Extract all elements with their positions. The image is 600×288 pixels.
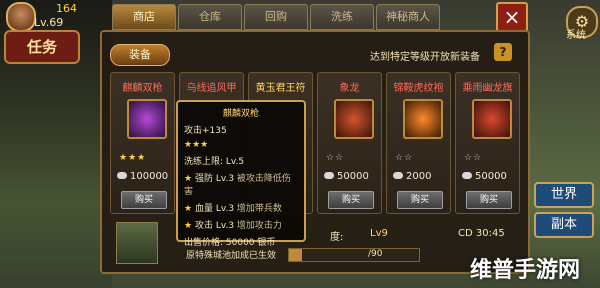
fortress-icon[interactable] [116, 222, 158, 264]
item-stars: ☆☆ [464, 153, 483, 163]
progress-text: /90 [368, 249, 383, 259]
item-name: 乌线追风甲 [186, 83, 237, 94]
silver-icon [324, 172, 334, 179]
spear-icon[interactable] [127, 99, 167, 139]
silver-icon [117, 172, 127, 179]
tab-shop[interactable]: 商店 [112, 4, 176, 30]
item-name: 黄玉君王符 [255, 83, 306, 94]
progress-bar [288, 248, 420, 262]
shop-tabs: 商店 仓库 回购 洗练 神秘商人 [112, 4, 532, 32]
player-avatar[interactable] [6, 2, 36, 32]
tab-refine[interactable]: 洗练 [310, 4, 374, 30]
cooldown-timer: CD 30:45 [458, 228, 505, 239]
buy-button[interactable]: 购买 [328, 191, 374, 209]
effect-text: 原特殊城池加成已生效 [186, 251, 277, 261]
buy-button[interactable]: 购买 [397, 191, 443, 209]
equipment-notice: 达到特定等级开放新装备 [370, 52, 480, 63]
tab-buyback[interactable]: 回购 [244, 4, 308, 30]
close-button[interactable]: × [496, 2, 528, 32]
help-button[interactable]: ? [494, 43, 512, 61]
item-tooltip: 麒麟双枪 攻击+135 ★★★ 洗练上限: Lv.5 ★ 强防 Lv.3 被攻击… [176, 100, 306, 248]
star-icon: ★ [184, 174, 193, 184]
buy-button[interactable]: 购买 [466, 191, 512, 209]
dungeon-button[interactable]: 副本 [534, 212, 594, 238]
flag-icon[interactable] [472, 99, 512, 139]
star-icon: ★ [184, 204, 193, 214]
tooltip-stars: ★★★ [184, 140, 209, 150]
tab-mystery-merchant[interactable]: 神秘商人 [376, 4, 440, 30]
system-label: 系统 [566, 30, 586, 41]
item-price: 50000 [324, 171, 369, 182]
equipment-card[interactable]: 象龙 ☆☆ 50000 购买 [317, 72, 382, 214]
item-name: 乘雨幽龙旗 [462, 83, 513, 94]
equipment-card[interactable]: 乘雨幽龙旗 ☆☆ 50000 购买 [455, 72, 520, 214]
item-name: 锦鞍虎纹袍 [393, 83, 444, 94]
watermark: 维普手游网 [470, 258, 581, 283]
item-stars: ★★★ [119, 153, 147, 163]
item-name: 麒麟双枪 [122, 83, 163, 94]
equipment-card[interactable]: 锦鞍虎纹袍 ☆☆ 2000 购买 [386, 72, 451, 214]
buy-button[interactable]: 购买 [121, 191, 167, 209]
tooltip-stat-line: ★ 血量 Lv.3 增加带兵数 [184, 204, 282, 214]
tab-warehouse[interactable]: 仓库 [178, 4, 242, 30]
item-price: 100000 [117, 171, 168, 182]
level-value: Lv9 [370, 228, 388, 239]
world-button[interactable]: 世界 [534, 182, 594, 208]
tooltip-wash-limit: 洗练上限: Lv.5 [184, 157, 245, 167]
silver-icon [462, 172, 472, 179]
tooltip-title: 麒麟双枪 [222, 109, 259, 119]
item-price: 2000 [393, 171, 431, 182]
robe-icon[interactable] [403, 99, 443, 139]
item-price: 50000 [462, 171, 507, 182]
level-label: 度: [330, 232, 344, 243]
silver-icon [393, 172, 403, 179]
tooltip-stat-line: ★ 强防 Lv.3 被攻击降低伤害 [184, 174, 291, 197]
item-stars: ☆☆ [326, 153, 345, 163]
equipment-cards: 麒麟双枪 ★★★ 100000 购买 乌线追风甲 黄玉君王符 象龙 ☆☆ 500… [110, 72, 520, 214]
bottom-status: 度: Lv9 CD 30:45 原特殊城池加成已生效 /90 [110, 222, 520, 266]
hp-value: 164 [56, 2, 77, 15]
tooltip-attack: 攻击+135 [184, 126, 227, 136]
item-stars: ☆☆ [395, 153, 414, 163]
item-name: 象龙 [339, 83, 360, 94]
equipment-tab[interactable]: 装备 [110, 44, 170, 66]
task-button[interactable]: 任务 [4, 30, 80, 64]
left-hud: 164 Lv.69 任务 [0, 0, 112, 288]
player-level: Lv.69 [34, 16, 64, 29]
equipment-card[interactable]: 麒麟双枪 ★★★ 100000 购买 [110, 72, 175, 214]
progress-fill [289, 249, 302, 261]
dragon-mount-icon[interactable] [334, 99, 374, 139]
